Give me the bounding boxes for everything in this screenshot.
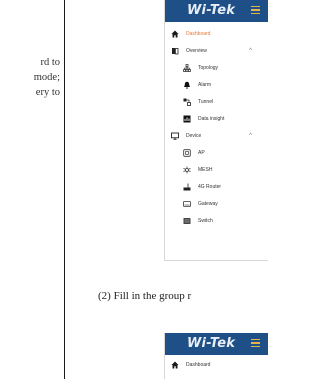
book-icon (171, 47, 179, 55)
sidebar-item-data-insight[interactable]: Data insight (165, 111, 268, 128)
sidebar-screenshot-top: Wi-Tek Dashboard Overview ^ Topology Ala… (164, 0, 268, 261)
sidebar-item-label: Alarm (198, 82, 212, 88)
sidebar-item-label: 4G Router (198, 184, 222, 190)
bell-icon (183, 81, 191, 89)
mesh-icon (183, 166, 191, 174)
router-icon (183, 183, 191, 191)
sidebar-item-label: AP (198, 150, 205, 156)
switch-icon (183, 217, 191, 225)
sidebar-item-topology[interactable]: Topology (165, 60, 268, 77)
sidebar-item-alarm[interactable]: Alarm (165, 77, 268, 94)
sidebar-item-label: Dashboard (186, 362, 211, 368)
left-paragraph: rd to mode; ery to (0, 55, 60, 100)
sidebar-item-label: Tunnel (198, 99, 214, 105)
sidebar-item-label: Data insight (198, 116, 225, 122)
gateway-icon (183, 200, 191, 208)
chevron-up-icon[interactable]: ^ (249, 43, 252, 60)
sidebar-item-label: Gateway (198, 201, 218, 207)
hamburger-menu-icon[interactable] (251, 6, 260, 14)
brand-logo: Wi-Tek (187, 3, 236, 18)
header-bar: Wi-Tek (165, 0, 268, 22)
paragraph-line: ery to (35, 87, 60, 98)
chevron-up-icon[interactable]: ^ (249, 128, 252, 145)
sidebar-item-label: Topology (198, 65, 219, 71)
sidebar-item-overview[interactable]: Overview ^ (165, 43, 268, 60)
column-divider (64, 0, 65, 379)
sidebar-item-label: Overview (186, 48, 207, 54)
brand-logo: Wi-Tek (187, 336, 236, 351)
sidebar-item-tunnel[interactable]: Tunnel (165, 94, 268, 111)
home-icon (171, 30, 179, 38)
sidebar-item-gateway[interactable]: Gateway (165, 196, 268, 213)
sidebar-item-ap[interactable]: AP (165, 145, 268, 162)
chart-icon (183, 115, 191, 123)
sidebar-item-label: Switch (198, 218, 213, 224)
sidebar-item-label: Device (186, 133, 202, 139)
home-icon (171, 361, 179, 369)
header-bar: Wi-Tek (165, 333, 268, 355)
hamburger-menu-icon[interactable] (251, 339, 260, 347)
sidebar-item-dashboard[interactable]: Dashboard (165, 26, 268, 43)
sidebar-item-device[interactable]: Device ^ (165, 128, 268, 145)
tunnel-icon (183, 98, 191, 106)
sidebar-item-mesh[interactable]: MESH (165, 162, 268, 179)
sidebar-item-label: MESH (198, 167, 213, 173)
sidebar-item-4g-router[interactable]: 4G Router (165, 179, 268, 196)
monitor-icon (171, 132, 179, 140)
topology-icon (183, 64, 191, 72)
paragraph-line: rd to (40, 57, 60, 68)
figure-caption: (2) Fill in the group r (98, 290, 192, 302)
sidebar-item-label: Dashboard (186, 31, 211, 37)
sidebar-item-switch[interactable]: Switch (165, 213, 268, 230)
sidebar-screenshot-bottom: Wi-Tek Dashboard (164, 333, 268, 379)
sidebar-item-dashboard[interactable]: Dashboard (165, 357, 268, 374)
paragraph-line: mode; (33, 72, 60, 83)
ap-icon (183, 149, 191, 157)
